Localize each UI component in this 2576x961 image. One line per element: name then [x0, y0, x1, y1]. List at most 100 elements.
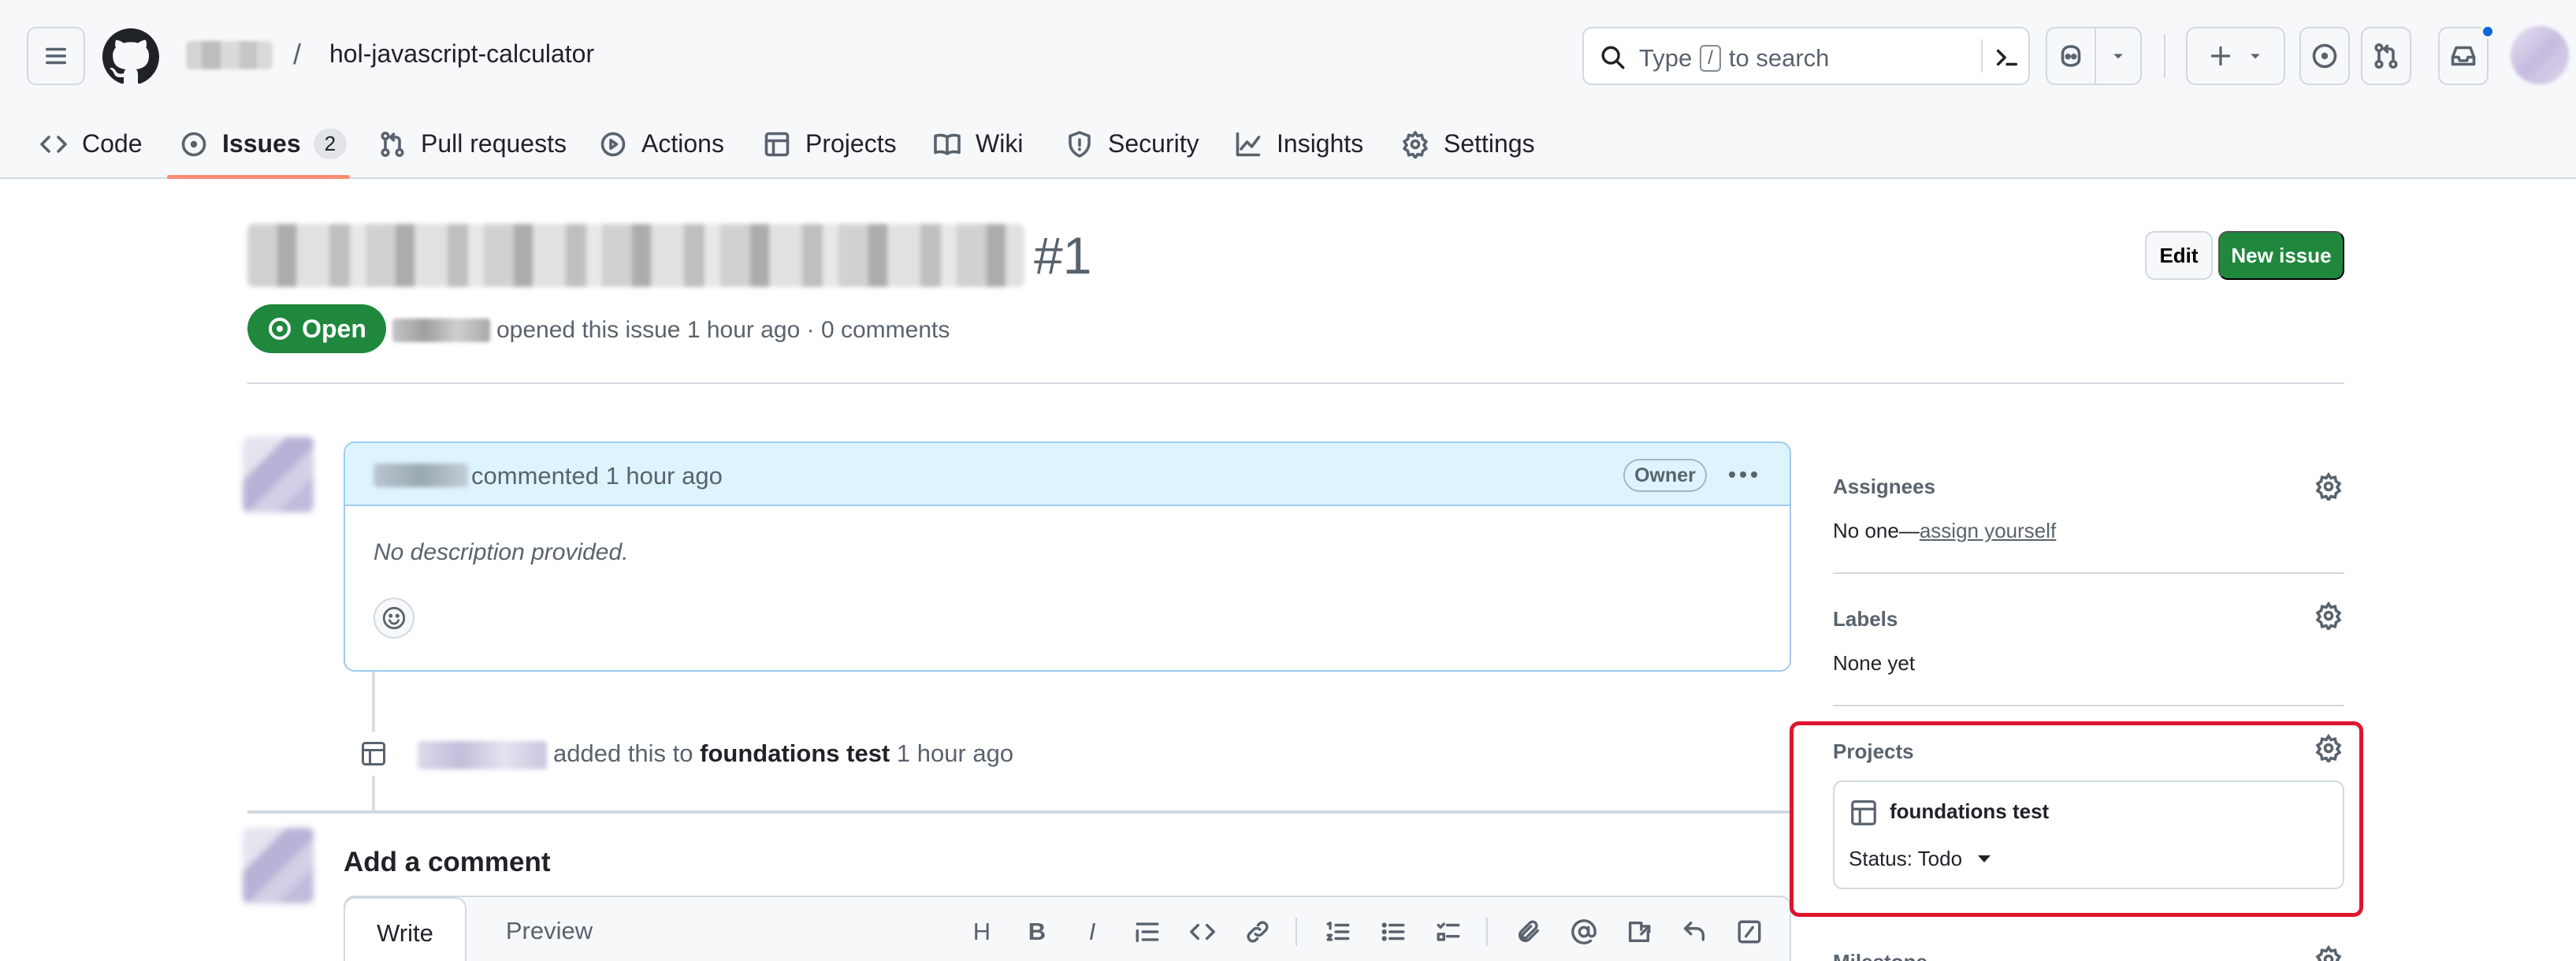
assignees-heading: Assignees — [1833, 475, 1936, 498]
comment-options-button[interactable] — [1721, 457, 1765, 492]
preview-tab[interactable]: Preview — [482, 897, 616, 961]
inbox-button[interactable] — [2438, 27, 2489, 85]
search-placeholder: Type / to search — [1639, 44, 1829, 73]
labels-settings-button[interactable] — [2312, 599, 2345, 632]
sidebar-divider — [1833, 572, 2344, 574]
cross-reference-tool[interactable] — [1622, 914, 1656, 949]
link-tool[interactable] — [1240, 914, 1275, 949]
slash-commands-tool[interactable] — [1732, 914, 1767, 949]
user-avatar[interactable] — [2511, 26, 2569, 84]
milestone-settings-button[interactable] — [2312, 943, 2345, 961]
comment-author-avatar[interactable] — [243, 437, 314, 512]
project-status-dropdown[interactable]: Status: Todo — [1849, 847, 1991, 871]
write-tab[interactable]: Write — [344, 897, 467, 961]
command-palette-icon[interactable] — [1994, 44, 2020, 71]
tab-settings[interactable]: Settings — [1401, 109, 1535, 179]
mention-tool[interactable] — [1567, 914, 1601, 949]
unordered-list-tool[interactable] — [1376, 914, 1411, 949]
smiley-icon — [382, 606, 406, 630]
slash-command-icon — [1738, 920, 1761, 944]
assignees-settings-button[interactable] — [2312, 470, 2345, 503]
italic-tool[interactable]: I — [1075, 914, 1110, 949]
tab-issues[interactable]: Issues 2 — [180, 109, 348, 179]
tab-issues-label: Issues — [222, 129, 301, 158]
project-name-link[interactable]: foundations test — [1890, 799, 2049, 824]
book-icon — [934, 133, 961, 155]
search-input[interactable]: Type / to search — [1582, 27, 2030, 85]
heading-tool[interactable]: H — [965, 914, 999, 949]
task-list-tool[interactable] — [1431, 914, 1466, 949]
comment-header: commented 1 hour ago Owner — [345, 443, 1790, 506]
graph-icon — [1236, 132, 1261, 156]
copilot-menu-button[interactable] — [2095, 27, 2142, 85]
issue-author-redacted[interactable] — [392, 318, 490, 342]
pull-requests-button[interactable] — [2361, 27, 2411, 85]
app-header: / hol-javascript-calculator Type / to se… — [0, 0, 2576, 179]
tab-insights-label: Insights — [1277, 129, 1364, 158]
header-divider-line — [247, 382, 2344, 384]
tab-projects[interactable]: Projects — [763, 109, 897, 179]
repo-owner-redacted[interactable] — [186, 41, 273, 69]
project-status-value: Status: Todo — [1849, 847, 1963, 870]
copilot-button[interactable] — [2046, 27, 2096, 85]
issues-button[interactable] — [2299, 27, 2350, 85]
quote-tool[interactable] — [1130, 914, 1165, 949]
tab-wiki-label: Wiki — [976, 129, 1024, 158]
tab-wiki[interactable]: Wiki — [933, 109, 1023, 179]
triangle-down-icon — [1978, 855, 1991, 862]
copilot-icon — [2061, 45, 2081, 67]
tab-code[interactable]: Code — [39, 109, 143, 179]
gear-icon — [1403, 130, 1428, 158]
tab-insights[interactable]: Insights — [1234, 109, 1363, 179]
event-actor-redacted[interactable] — [418, 741, 547, 769]
attach-tool[interactable] — [1511, 914, 1546, 949]
create-new-button[interactable] — [2186, 27, 2285, 85]
code-icon — [40, 135, 67, 153]
list-ordered-icon — [1326, 921, 1350, 941]
header-divider — [2164, 35, 2165, 77]
tab-security[interactable]: Security — [1065, 109, 1199, 179]
repo-name-link[interactable]: hol-javascript-calculator — [329, 39, 594, 69]
reply-icon — [1683, 921, 1705, 941]
event-project-link[interactable]: foundations test — [700, 739, 890, 767]
projects-settings-button[interactable] — [2312, 732, 2345, 765]
projects-heading: Projects — [1833, 739, 1914, 763]
issue-comment: commented 1 hour ago Owner No descriptio… — [344, 441, 1791, 672]
paperclip-icon — [1518, 920, 1540, 943]
event-timestamp[interactable]: 1 hour ago — [897, 739, 1013, 767]
add-reaction-button[interactable] — [374, 598, 414, 639]
github-logo-icon[interactable] — [102, 28, 159, 85]
issue-title-redacted — [247, 224, 1024, 287]
labels-value: None yet — [1833, 651, 1916, 675]
tab-security-label: Security — [1108, 129, 1199, 158]
triangle-down-icon — [2113, 54, 2123, 59]
issue-opened-icon — [269, 318, 292, 340]
issue-opened-icon — [2312, 43, 2337, 69]
link-icon — [1247, 921, 1269, 943]
comment-timestamp[interactable]: commented 1 hour ago — [471, 462, 723, 490]
plus-icon — [2210, 46, 2231, 66]
menu-button[interactable] — [27, 27, 85, 85]
ordered-list-tool[interactable] — [1321, 914, 1355, 949]
notification-dot — [2481, 24, 2495, 39]
breadcrumb-separator: / — [293, 38, 302, 70]
tab-pull-requests[interactable]: Pull requests — [378, 109, 567, 179]
comment-author-redacted[interactable] — [374, 464, 468, 487]
edit-button[interactable]: Edit — [2145, 231, 2213, 280]
gear-icon — [2315, 602, 2342, 630]
saved-replies-tool[interactable] — [1677, 914, 1712, 949]
assign-yourself-link[interactable]: assign yourself — [1920, 519, 2056, 542]
bold-tool[interactable]: B — [1020, 914, 1054, 949]
event-text: added this to — [553, 739, 693, 767]
new-issue-button[interactable]: New issue — [2218, 231, 2344, 280]
code-icon — [1190, 923, 1215, 941]
gear-icon — [2315, 472, 2342, 501]
current-user-avatar[interactable] — [243, 828, 314, 903]
tab-actions[interactable]: Actions — [599, 109, 724, 179]
code-tool[interactable] — [1185, 914, 1220, 949]
git-pull-request-icon — [2374, 43, 2398, 69]
table-icon — [1851, 800, 1876, 825]
hamburger-icon — [45, 47, 67, 65]
event-badge — [351, 732, 396, 776]
toolbar-separator — [1486, 918, 1488, 946]
